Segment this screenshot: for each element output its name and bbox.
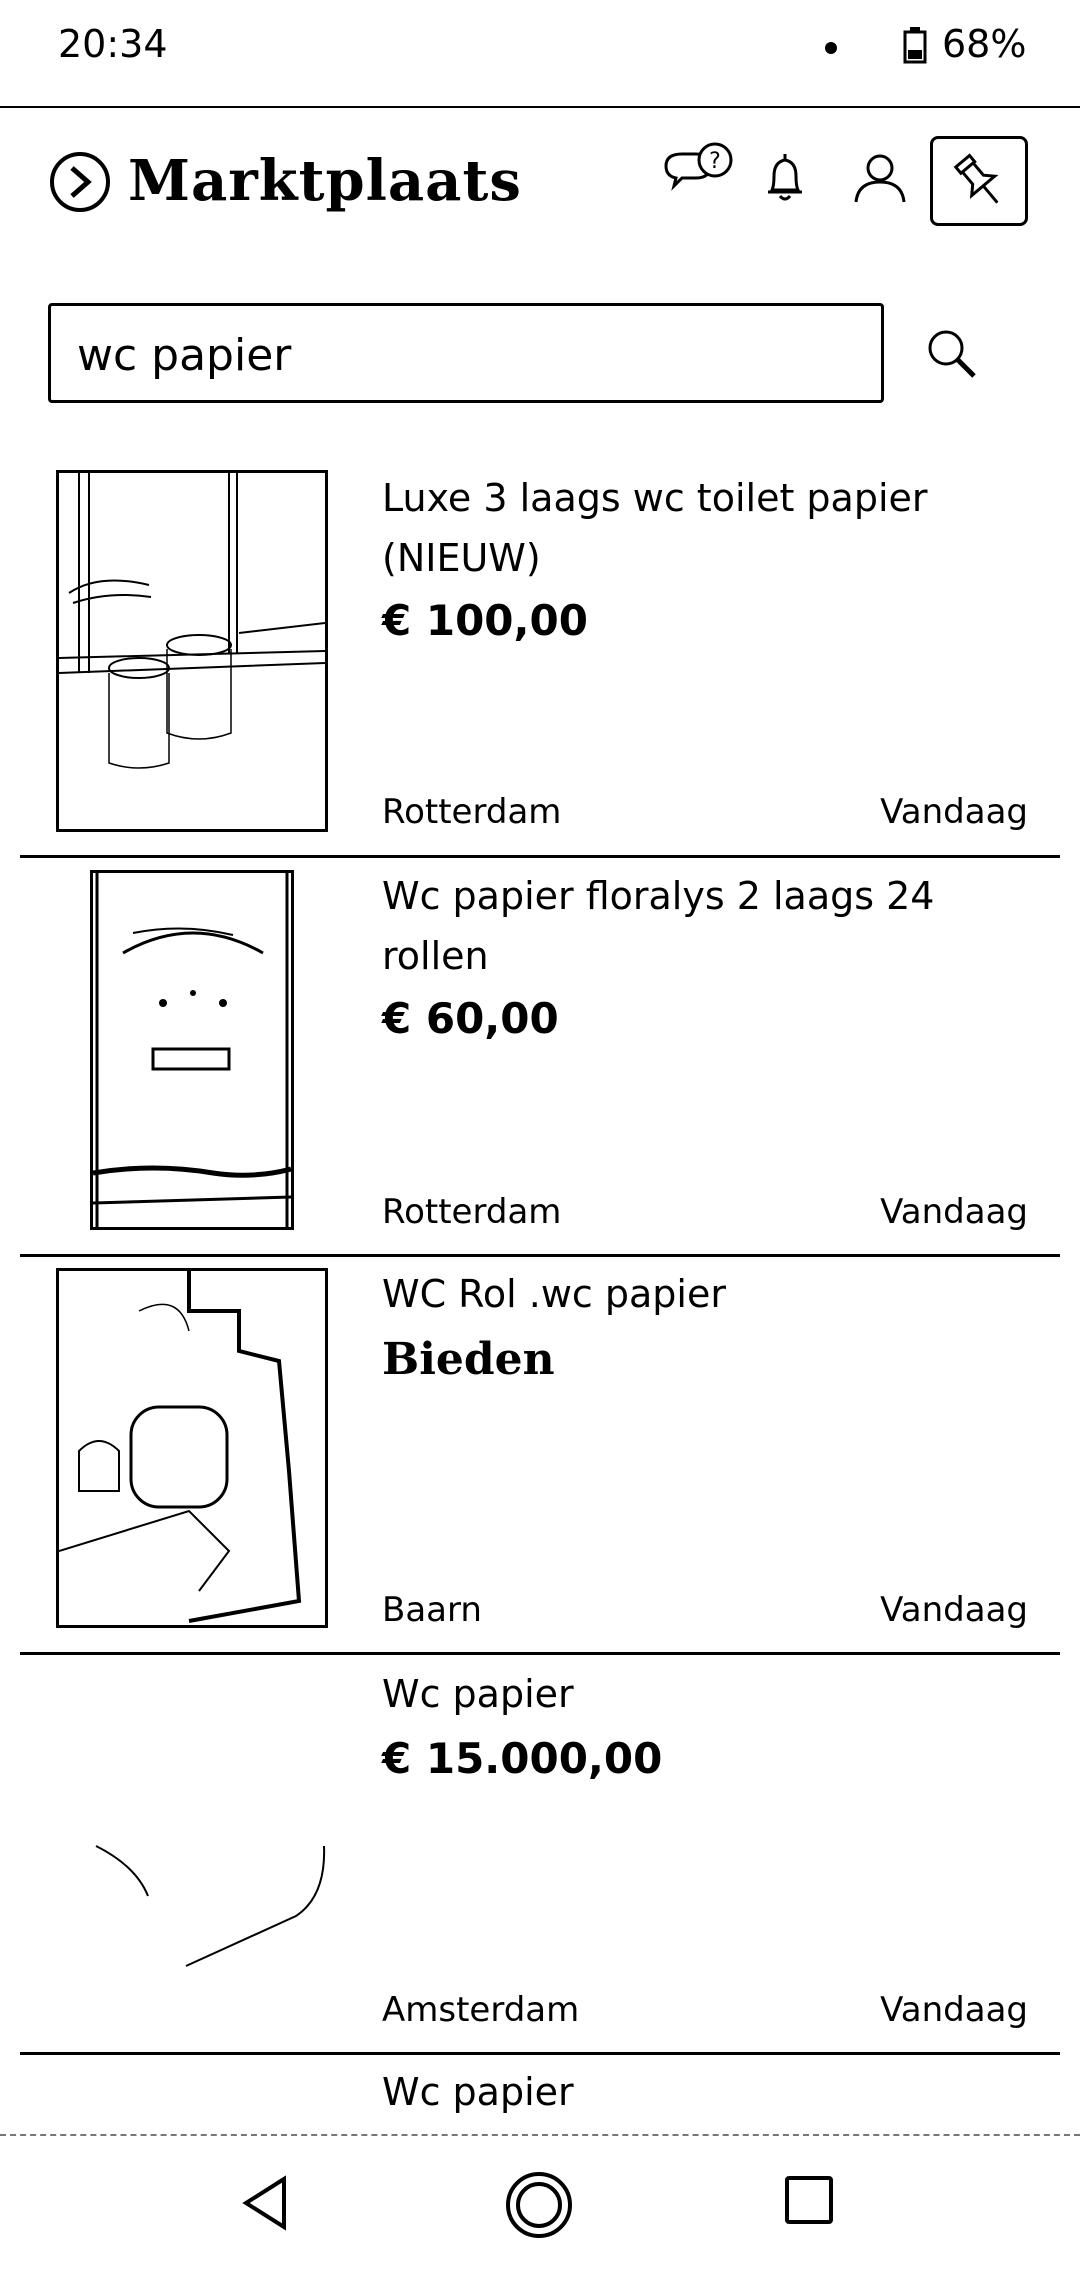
listing-date: Vandaag [880, 792, 1028, 832]
home-icon[interactable] [504, 2170, 574, 2240]
listing-title[interactable]: WC Rol .wc papier [382, 1264, 1022, 1324]
user-icon[interactable] [852, 150, 908, 206]
battery-percentage: 68% [942, 22, 1027, 66]
bell-icon[interactable] [760, 150, 810, 206]
chevron-circle-icon[interactable] [48, 150, 112, 214]
status-time: 20:34 [58, 22, 168, 66]
listing-price: Bieden [382, 1334, 555, 1385]
listing-date: Vandaag [880, 1192, 1028, 1232]
recents-icon[interactable] [784, 2175, 834, 2225]
listing-price: € 15.000,00 [382, 1734, 663, 1783]
notification-dot-icon [825, 42, 837, 54]
app-title[interactable]: Marktplaats [128, 148, 522, 214]
back-icon[interactable] [240, 2175, 290, 2231]
pin-button[interactable] [930, 136, 1028, 226]
svg-text:?: ? [709, 149, 721, 174]
pin-icon [953, 153, 999, 204]
divider [20, 855, 1060, 858]
divider [20, 1652, 1060, 1655]
listing-thumbnail[interactable] [90, 870, 294, 1230]
listing-price: € 100,00 [382, 596, 588, 645]
listing-thumbnail[interactable] [56, 470, 328, 832]
status-bar: 20:34 68% [0, 0, 1080, 108]
listing-location: Rotterdam [382, 1192, 562, 1232]
listing-thumbnail[interactable] [56, 1268, 328, 1628]
listing-date: Vandaag [880, 1990, 1028, 2030]
divider [20, 1254, 1060, 1257]
listing-title[interactable]: Luxe 3 laags wc toilet papier (NIEUW) [382, 468, 1022, 588]
listing-location: Amsterdam [382, 1990, 580, 2030]
divider [20, 2052, 1060, 2055]
chat-help-icon[interactable]: ? [658, 140, 738, 204]
listing-location: Rotterdam [382, 792, 562, 832]
listing-location: Baarn [382, 1590, 482, 1630]
listing-date: Vandaag [880, 1590, 1028, 1630]
battery-icon [903, 26, 929, 64]
search-input[interactable]: wc papier [48, 303, 884, 403]
listing-price: € 60,00 [382, 994, 559, 1043]
listing-title[interactable]: Wc papier [382, 1664, 1022, 1724]
listing-title[interactable]: Wc papier [382, 2062, 1022, 2122]
listing-thumbnail[interactable] [56, 1666, 328, 2026]
search-icon[interactable] [924, 326, 980, 382]
search-input-value[interactable]: wc papier [77, 330, 291, 381]
divider [0, 2134, 1080, 2136]
listing-title[interactable]: Wc papier floralys 2 laags 24 rollen [382, 866, 1022, 986]
